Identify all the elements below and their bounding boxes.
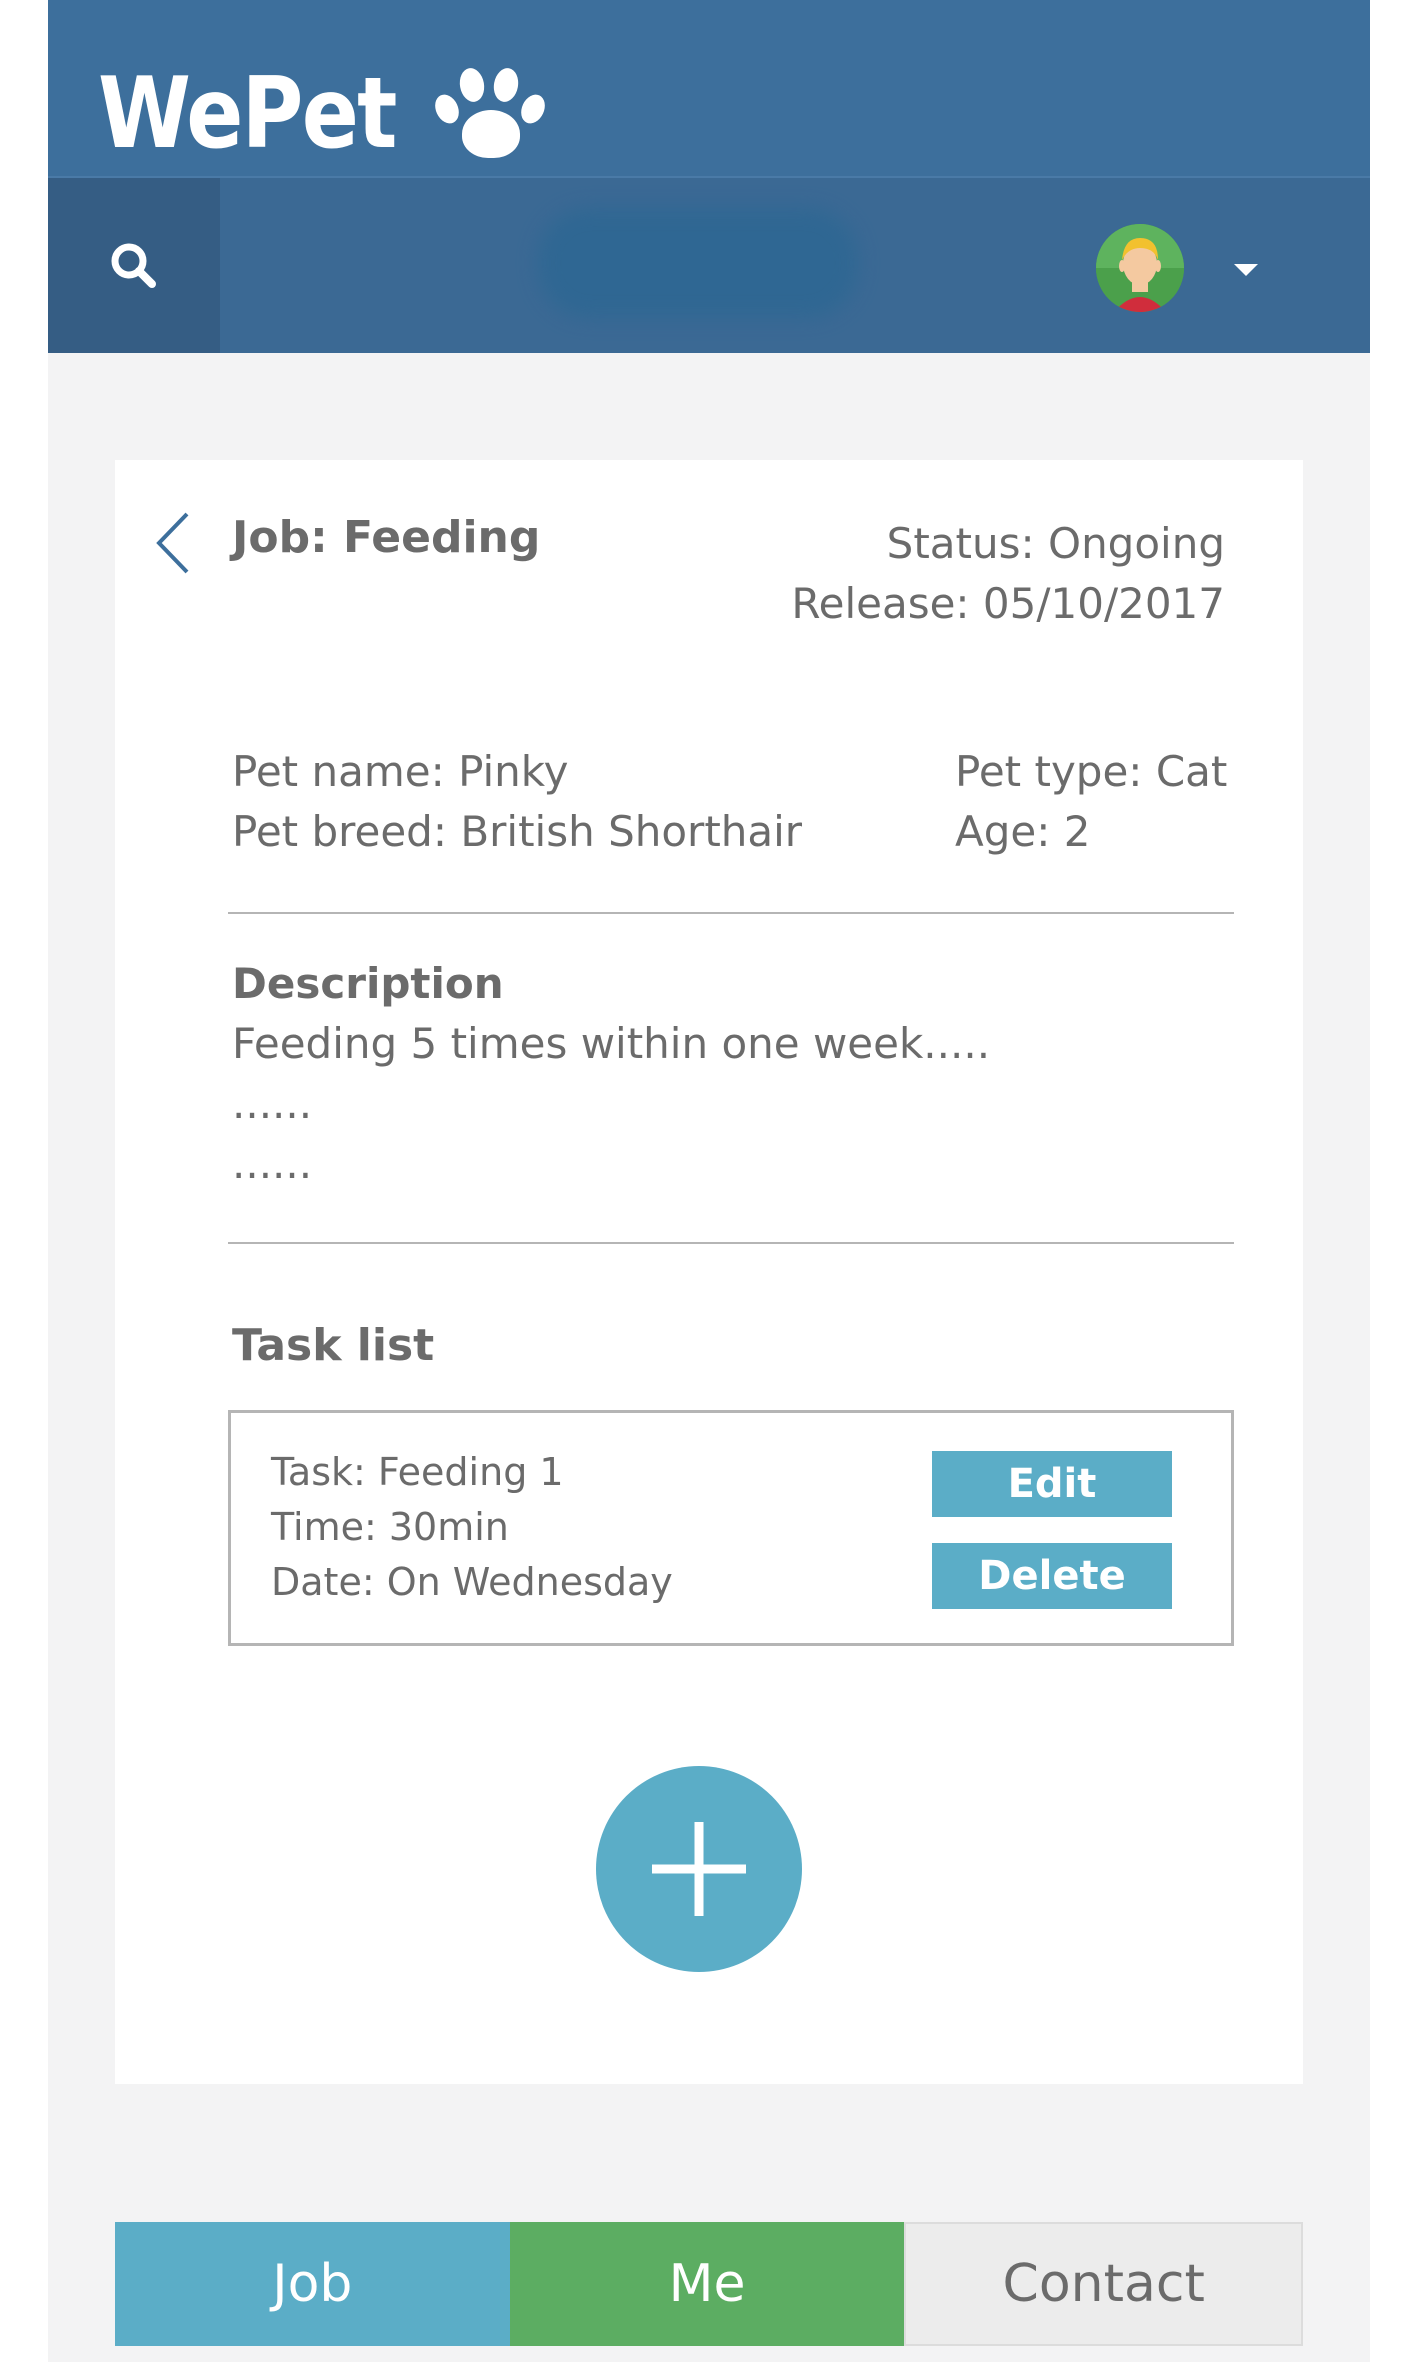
caret-down-icon[interactable] [1234,264,1258,276]
tab-job[interactable]: Job [115,2222,510,2346]
task-item: Task: Feeding 1 Time: 30min Date: On Wed… [228,1410,1234,1646]
task-list-heading: Task list [232,1320,435,1371]
description-line: ...... [232,1139,313,1188]
app-logo: WePet [98,57,550,171]
delete-task-button[interactable]: Delete [932,1543,1172,1609]
job-release-date: Release: 05/10/2017 [791,579,1225,628]
search-icon [111,243,156,288]
task-info: Task: Feeding 1 Time: 30min Date: On Wed… [271,1445,673,1610]
pet-breed: Pet breed: British Shorthair [232,807,803,856]
divider [228,912,1234,914]
bottom-nav: Job Me Contact [115,2222,1304,2346]
pet-info-left: Pet name: Pinky Pet breed: British Short… [232,742,802,862]
back-chevron-icon[interactable] [153,508,193,578]
search-button[interactable] [48,178,220,353]
app-logo-text: WePet [98,57,397,171]
pet-type: Pet type: Cat [955,747,1228,796]
edit-task-button[interactable]: Edit [932,1451,1172,1517]
pet-info-right: Pet type: Cat Age: 2 [955,742,1227,862]
paw-icon [430,64,550,164]
app-screen: WePet Job: Feeding Status: Ongoing Relea… [48,0,1370,2362]
plus-icon [652,1822,746,1916]
pet-age: Age: 2 [955,807,1091,856]
description-line: Feeding 5 times within one week..... [232,1019,991,1068]
job-status: Status: Ongoing [886,519,1225,568]
user-avatar[interactable] [1096,224,1184,312]
add-task-button[interactable] [596,1766,802,1972]
task-time: Time: 30min [271,1505,509,1549]
tab-contact[interactable]: Contact [904,2222,1304,2346]
task-name: Task: Feeding 1 [271,1450,564,1494]
description-text: Feeding 5 times within one week..... ...… [232,1014,990,1194]
avatar-face-icon [1096,224,1184,312]
divider [228,1242,1234,1244]
description-heading: Description [232,959,504,1008]
job-detail-card: Job: Feeding Status: Ongoing Release: 05… [115,460,1303,2084]
tab-me[interactable]: Me [509,2222,905,2346]
task-date: Date: On Wednesday [271,1560,673,1604]
app-header: WePet [48,0,1370,176]
job-title: Job: Feeding [232,512,541,563]
job-status-block: Status: Ongoing Release: 05/10/2017 [791,514,1225,634]
description-line: ...... [232,1079,313,1128]
blurred-title-area [538,208,858,318]
pet-name: Pet name: Pinky [232,747,569,796]
top-toolbar [48,176,1370,353]
